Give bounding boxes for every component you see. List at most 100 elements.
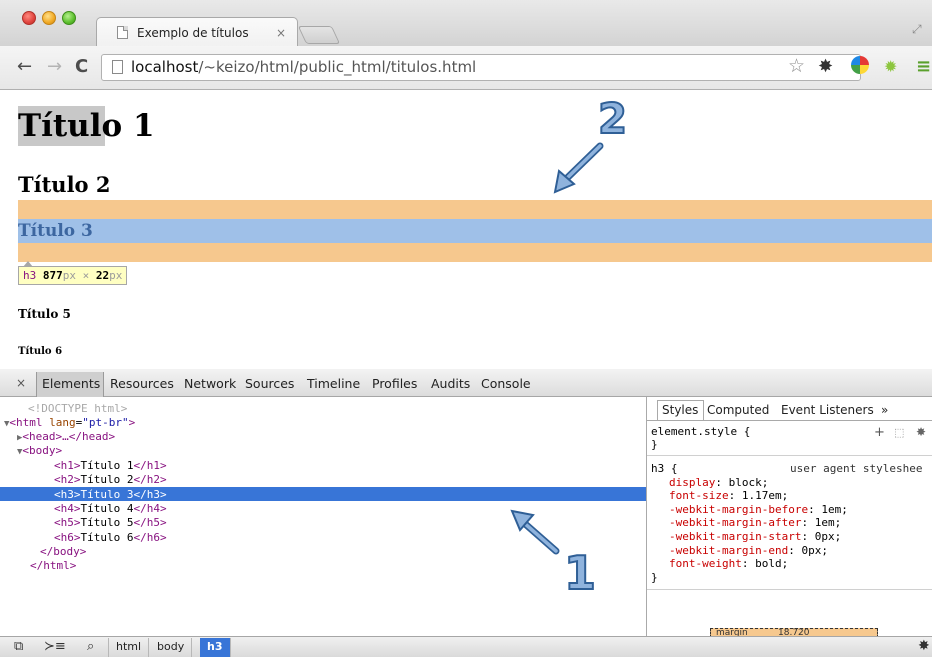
annotation-label-1: 1 <box>563 545 597 601</box>
html-attr-name: lang <box>49 416 76 429</box>
html-node[interactable]: ▼<html lang="pt-br"> <box>4 416 135 431</box>
tab-profiles[interactable]: Profiles <box>372 376 417 391</box>
url-text[interactable]: localhost/~keizo/html/public_html/titulo… <box>131 58 476 76</box>
body-close-node[interactable]: </body> <box>40 545 86 558</box>
fullscreen-icon[interactable]: ⤢ <box>912 22 922 37</box>
doctype-node[interactable]: <!DOCTYPE html> <box>28 402 127 415</box>
tag-open: <h5> <box>54 516 81 529</box>
css-declaration[interactable]: -webkit-margin-after: 1em; <box>669 516 841 529</box>
node-text: Título 6 <box>80 531 134 544</box>
page-icon <box>112 60 123 74</box>
node-text: Título 5 <box>80 516 134 529</box>
metrics-divider <box>647 589 932 590</box>
tab-timeline[interactable]: Timeline <box>307 376 360 391</box>
color-wheel-extension-icon[interactable] <box>851 56 869 74</box>
tab-resources[interactable]: Resources <box>110 376 174 391</box>
subtab-computed[interactable]: Computed <box>707 403 769 417</box>
tag-close: </h1> <box>133 459 167 472</box>
url-host: localhost <box>131 58 199 76</box>
bookmark-star-icon[interactable]: ☆ <box>788 55 805 77</box>
rule-divider <box>647 455 932 456</box>
search-icon[interactable]: ⌕ <box>87 639 94 654</box>
node-text: Título 1 <box>80 459 134 472</box>
extension-gear-icon[interactable]: ✸ <box>818 56 833 77</box>
html-open: <html <box>9 416 50 429</box>
h3-node-selected[interactable]: <h3>Título 3</h3> <box>54 488 167 501</box>
tag-close: </h6> <box>133 531 167 544</box>
minimize-window-button[interactable] <box>42 11 56 25</box>
console-drawer-icon[interactable]: ≻≡ <box>44 639 66 654</box>
css-declaration[interactable]: display: block; <box>669 476 768 489</box>
breadcrumb-body[interactable]: body <box>150 638 193 657</box>
breadcrumb-h3[interactable]: h3 <box>200 638 231 657</box>
css-prop: -webkit-margin-start <box>669 530 802 543</box>
breadcrumb-html[interactable]: html <box>108 638 150 657</box>
settings-gear-icon[interactable]: ✸ <box>916 425 926 439</box>
subtab-event-listeners[interactable]: Event Listeners <box>781 403 874 417</box>
css-declaration[interactable]: font-weight: bold; <box>669 557 788 570</box>
dock-icon[interactable]: ⧉ <box>14 639 23 654</box>
rule-selector[interactable]: h3 { <box>651 462 678 475</box>
tag-close: </h5> <box>133 516 167 529</box>
menu-icon[interactable]: ≡ <box>916 56 931 77</box>
h5-node[interactable]: <h5>Título 5</h5> <box>54 516 167 529</box>
tab-close-icon[interactable]: × <box>276 26 286 40</box>
h1-node[interactable]: <h1>Título 1</h1> <box>54 459 167 472</box>
add-rule-icon[interactable]: + <box>874 425 885 440</box>
tag-open: <h2> <box>54 473 81 486</box>
body-node[interactable]: ▼<body> <box>17 444 62 459</box>
node-text: Título 3 <box>80 488 134 501</box>
close-window-button[interactable] <box>22 11 36 25</box>
tag-open: <h6> <box>54 531 81 544</box>
zoom-window-button[interactable] <box>62 11 76 25</box>
css-value: : 1em; <box>801 516 842 529</box>
css-declaration[interactable]: -webkit-margin-start: 0px; <box>669 530 841 543</box>
tab-console[interactable]: Console <box>481 376 531 391</box>
css-declaration[interactable]: -webkit-margin-end: 0px; <box>669 544 828 557</box>
back-icon[interactable]: ← <box>17 55 32 79</box>
css-prop: font-weight <box>669 557 742 570</box>
tab-network[interactable]: Network <box>184 376 236 391</box>
subtab-divider <box>647 420 932 421</box>
page-icon <box>117 26 128 39</box>
css-prop: -webkit-margin-after <box>669 516 802 529</box>
css-prop: display <box>669 476 716 489</box>
h3-content-overlay <box>18 219 932 243</box>
heading-3: Título 3 <box>18 221 93 241</box>
html-close-node[interactable]: </html> <box>30 559 76 572</box>
tab-audits[interactable]: Audits <box>431 376 470 391</box>
h4-node[interactable]: <h4>Título 4</h4> <box>54 502 167 515</box>
tab-elements[interactable]: Elements <box>42 376 100 391</box>
heading-5: Título 5 <box>18 307 71 321</box>
tag-close: </h3> <box>133 488 167 501</box>
forward-icon[interactable]: → <box>47 55 62 79</box>
settings-gear-icon[interactable]: ✸ <box>918 638 930 654</box>
css-prop: -webkit-margin-end <box>669 544 789 557</box>
tooltip-height-unit: px <box>109 269 123 282</box>
css-prop: -webkit-margin-before <box>669 503 809 516</box>
heading-6: Título 6 <box>18 346 63 357</box>
more-subtabs-icon[interactable]: » <box>881 403 888 417</box>
tag-open: <h1> <box>54 459 81 472</box>
devtools-close-icon[interactable]: × <box>16 376 26 390</box>
toggle-state-icon[interactable]: ⬚ <box>894 426 904 439</box>
css-value: : 1.17em; <box>728 489 789 502</box>
html-attr-value: "pt-br" <box>82 416 129 429</box>
h3-margin-bottom-overlay <box>18 243 932 262</box>
android-extension-icon[interactable]: ✹ <box>884 57 897 76</box>
rule-origin: user agent styleshee <box>790 462 922 475</box>
head-node[interactable]: ▶<head>…</head> <box>17 430 115 445</box>
h6-node[interactable]: <h6>Título 6</h6> <box>54 531 167 544</box>
annotation-label-2: 2 <box>597 93 628 144</box>
reload-icon[interactable]: C <box>75 55 88 79</box>
element-style-selector[interactable]: element.style { <box>651 425 750 438</box>
css-declaration[interactable]: -webkit-margin-before: 1em; <box>669 503 848 516</box>
css-declaration[interactable]: font-size: 1.17em; <box>669 489 788 502</box>
tab-sources[interactable]: Sources <box>245 376 294 391</box>
css-prop: font-size <box>669 489 729 502</box>
head-text: <head>…</head> <box>22 430 116 443</box>
subtab-styles[interactable]: Styles <box>662 403 698 417</box>
tooltip-width-unit: px <box>62 269 76 282</box>
css-value: : 0px; <box>801 530 842 543</box>
h2-node[interactable]: <h2>Título 2</h2> <box>54 473 167 486</box>
